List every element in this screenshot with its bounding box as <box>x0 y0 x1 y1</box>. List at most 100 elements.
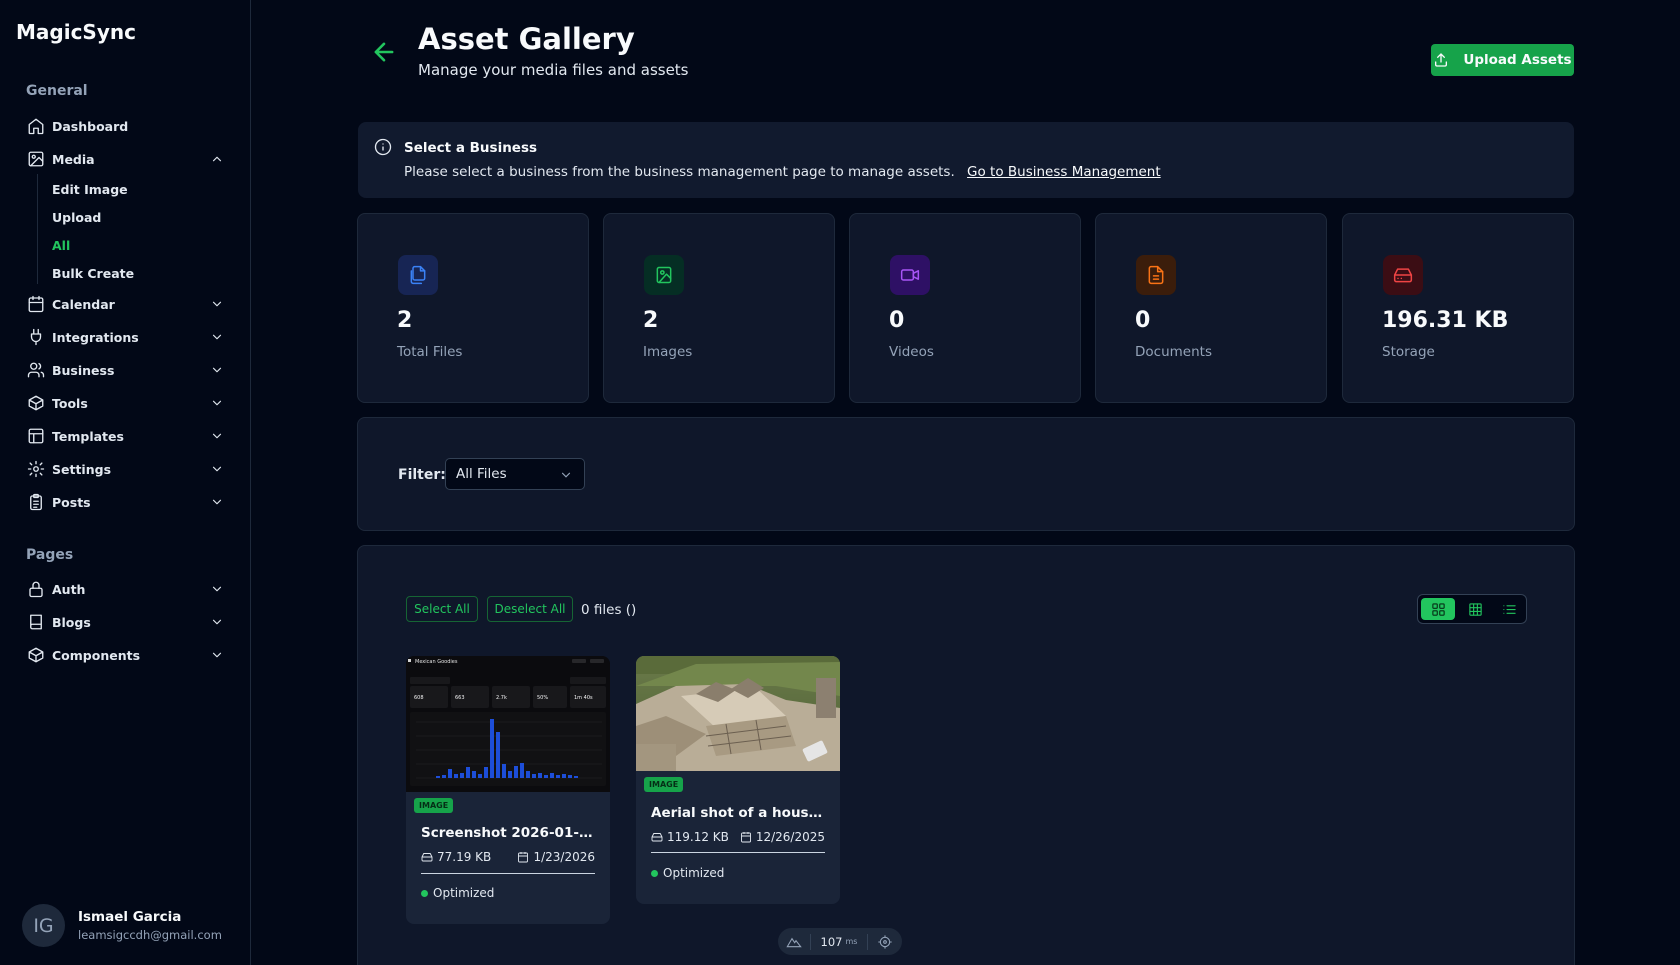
arrow-left-icon <box>374 42 394 62</box>
stat-label: Videos <box>889 344 934 360</box>
deselect-all-button[interactable]: Deselect All <box>487 596 573 622</box>
select-all-button[interactable]: Select All <box>406 596 478 622</box>
box-icon <box>26 645 46 665</box>
status-label: Optimized <box>663 866 725 880</box>
grid-icon <box>1431 602 1445 616</box>
chevron-down-icon[interactable] <box>210 495 224 509</box>
stat-value: 196.31 KB <box>1382 308 1509 333</box>
info-icon <box>374 138 392 156</box>
clipboard-icon <box>26 492 46 512</box>
sidebar-item-calendar[interactable]: Calendar <box>26 291 224 317</box>
business-management-link[interactable]: Go to Business Management <box>967 164 1161 180</box>
stat-card-images <box>603 213 835 403</box>
thumb-stat: 50% <box>537 695 548 701</box>
sidebar-item-settings[interactable]: Settings <box>26 456 224 482</box>
devtools-widget[interactable]: 107 ms <box>778 928 902 955</box>
grid-view-button[interactable] <box>1421 598 1455 620</box>
sidebar-subitem-bulk-create[interactable]: Bulk Create <box>52 266 134 281</box>
filter-value: All Files <box>456 466 507 482</box>
user-name: Ismael Garcia <box>78 909 182 925</box>
sidebar-item-blogs[interactable]: Blogs <box>26 609 224 635</box>
sidebar-item-label: Templates <box>52 428 124 444</box>
sidebar-item-label: Blogs <box>52 614 91 630</box>
home-icon <box>26 116 46 136</box>
chevron-down-icon <box>561 472 571 478</box>
sidebar-item-label: Media <box>52 151 95 167</box>
asset-card[interactable]: IMAGE Aerial shot of a house u... 119.12… <box>636 656 840 904</box>
asset-thumbnail: Mexican Goodies 608 663 2.7k 50% 1m 40s <box>406 656 610 792</box>
asset-size: 77.19 KB <box>437 850 492 864</box>
gear-icon <box>26 459 46 479</box>
thumb-stat: 663 <box>455 695 465 701</box>
upload-assets-label: Upload Assets <box>1463 52 1572 68</box>
chevron-down-icon[interactable] <box>210 330 224 344</box>
brand-logo[interactable]: MagicSync <box>16 20 136 44</box>
sidebar-subitem-upload[interactable]: Upload <box>52 210 101 225</box>
asset-status: Optimized <box>421 886 494 900</box>
stat-value: 2 <box>397 308 413 333</box>
chevron-down-icon[interactable] <box>210 429 224 443</box>
sidebar-item-label: Posts <box>52 494 91 510</box>
video-icon <box>890 255 930 295</box>
thumb-title: Mexican Goodies <box>415 659 458 665</box>
stat-value: 2 <box>643 308 659 333</box>
sidebar-item-business[interactable]: Business <box>26 357 224 383</box>
sidebar-item-dashboard[interactable]: Dashboard <box>26 113 224 139</box>
chevron-down-icon[interactable] <box>210 615 224 629</box>
filter-select[interactable]: All Files <box>445 458 585 490</box>
chevron-down-icon[interactable] <box>210 462 224 476</box>
chevron-up-icon[interactable] <box>210 152 224 166</box>
sidebar-item-label: Calendar <box>52 296 115 312</box>
back-button[interactable] <box>370 38 398 66</box>
business-alert: Select a Business Please select a busine… <box>358 122 1574 198</box>
asset-status: Optimized <box>651 866 724 880</box>
page-title: Asset Gallery <box>418 22 635 56</box>
chevron-down-icon[interactable] <box>210 648 224 662</box>
sidebar-subitem-edit-image[interactable]: Edit Image <box>52 182 128 197</box>
stat-label: Images <box>643 344 693 360</box>
sidebar-item-tools[interactable]: Tools <box>26 390 224 416</box>
sidebar-item-media[interactable]: Media <box>26 146 224 172</box>
target-icon[interactable] <box>868 928 902 955</box>
asset-size: 119.12 KB <box>667 830 729 844</box>
list-icon <box>1502 604 1516 614</box>
submenu-divider <box>37 174 38 284</box>
upload-icon <box>1435 53 1448 67</box>
sidebar-item-templates[interactable]: Templates <box>26 423 224 449</box>
box-icon <box>26 393 46 413</box>
files-count: 0 files () <box>581 602 637 618</box>
file-type-badge: IMAGE <box>644 777 684 792</box>
plug-icon <box>26 327 46 347</box>
chevron-down-icon[interactable] <box>210 396 224 410</box>
lock-icon <box>26 579 46 599</box>
sidebar-item-posts[interactable]: Posts <box>26 489 224 515</box>
asset-meta: 119.12 KB 12/26/2025 <box>651 830 825 844</box>
table-icon <box>1468 602 1482 616</box>
chevron-down-icon[interactable] <box>210 363 224 377</box>
render-time-unit: ms <box>845 937 858 946</box>
asset-card[interactable]: Mexican Goodies 608 663 2.7k 50% 1m 40s <box>406 656 610 924</box>
sidebar-item-components[interactable]: Components <box>26 642 224 668</box>
status-dot <box>421 889 428 897</box>
calendar-icon <box>518 852 529 863</box>
upload-assets-button[interactable]: Upload Assets <box>1431 44 1574 76</box>
stat-card-documents <box>1095 213 1327 403</box>
sidebar-item-label: Dashboard <box>52 118 129 134</box>
sidebar-item-label: Auth <box>52 581 86 597</box>
list-view-button[interactable] <box>1492 595 1526 623</box>
sidebar-item-label: Components <box>52 647 141 663</box>
chevron-down-icon[interactable] <box>210 297 224 311</box>
asset-date: 1/23/2026 <box>533 850 595 864</box>
book-icon <box>26 612 46 632</box>
asset-thumbnail <box>636 656 840 771</box>
sidebar-item-auth[interactable]: Auth <box>26 576 224 602</box>
meta-divider <box>421 873 595 874</box>
sidebar-subitem-all[interactable]: All <box>52 238 70 253</box>
chevron-down-icon[interactable] <box>210 582 224 596</box>
sidebar-item-label: Settings <box>52 461 112 477</box>
table-view-button[interactable] <box>1458 595 1492 623</box>
sidebar-item-integrations[interactable]: Integrations <box>26 324 224 350</box>
sidebar: MagicSync General Dashboard Media Edit I… <box>0 0 251 965</box>
file-type-badge: IMAGE <box>414 798 454 813</box>
user-profile[interactable]: IG Ismael Garcia leamsigccdh@gmail.com <box>22 904 222 947</box>
